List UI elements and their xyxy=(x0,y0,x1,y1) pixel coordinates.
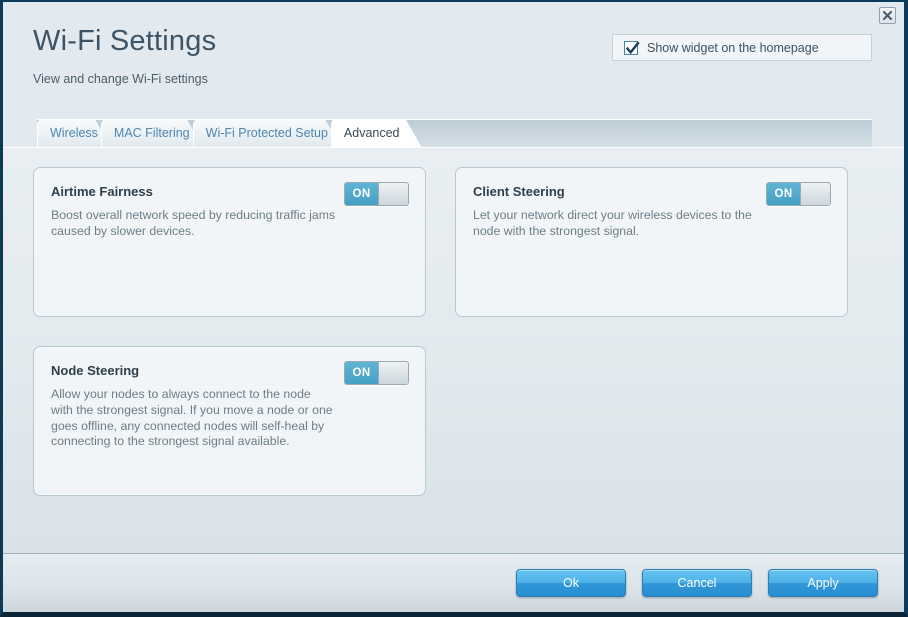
tab-wireless[interactable]: Wireless xyxy=(37,119,111,147)
tab-label: MAC Filtering xyxy=(113,126,190,140)
tab-advanced[interactable]: Advanced xyxy=(331,119,422,147)
ok-button[interactable]: Ok xyxy=(516,569,626,597)
tab-wifi-protected-setup[interactable]: Wi-Fi Protected Setup xyxy=(193,119,341,147)
close-icon[interactable] xyxy=(879,7,896,24)
airtime-fairness-toggle[interactable]: ON xyxy=(344,182,409,206)
footer-bar: Ok Cancel Apply xyxy=(3,553,904,612)
client-steering-toggle[interactable]: ON xyxy=(766,182,831,206)
toggle-state-label: ON xyxy=(345,362,378,384)
toggle-knob[interactable] xyxy=(378,362,408,384)
node-steering-toggle[interactable]: ON xyxy=(344,361,409,385)
show-widget-checkbox-row[interactable]: Show widget on the homepage xyxy=(612,34,872,61)
tab-bar: Wireless MAC Filtering Wi-Fi Protected S… xyxy=(3,119,904,147)
toggle-knob[interactable] xyxy=(800,183,830,205)
card-node-steering: Node Steering Allow your nodes to always… xyxy=(33,346,426,496)
show-widget-checkbox[interactable] xyxy=(624,40,640,55)
toggle-state-label: ON xyxy=(767,183,800,205)
page-subtitle: View and change Wi-Fi settings xyxy=(33,72,208,86)
apply-button[interactable]: Apply xyxy=(768,569,878,597)
footer-button-group: Ok Cancel Apply xyxy=(516,569,878,597)
card-description: Boost overall network speed by reducing … xyxy=(51,208,336,238)
tab-label: Wi-Fi Protected Setup xyxy=(205,126,328,140)
close-glyph xyxy=(882,10,893,21)
tab-list: Wireless MAC Filtering Wi-Fi Protected S… xyxy=(37,119,412,147)
wifi-settings-window: Wi-Fi Settings View and change Wi-Fi set… xyxy=(0,0,908,617)
cancel-button[interactable]: Cancel xyxy=(642,569,752,597)
tab-mac-filtering[interactable]: MAC Filtering xyxy=(101,119,203,147)
settings-card-grid: Airtime Fairness Boost overall network s… xyxy=(33,167,874,496)
card-description: Allow your nodes to always connect to th… xyxy=(51,387,333,449)
toggle-state-label: ON xyxy=(345,183,378,205)
card-airtime-fairness: Airtime Fairness Boost overall network s… xyxy=(33,167,426,317)
checkmark-icon xyxy=(625,41,640,54)
card-client-steering: Client Steering Let your network direct … xyxy=(455,167,848,317)
page-header: Wi-Fi Settings View and change Wi-Fi set… xyxy=(3,2,904,119)
toggle-knob[interactable] xyxy=(378,183,408,205)
tab-label: Wireless xyxy=(50,126,98,140)
show-widget-label: Show widget on the homepage xyxy=(647,40,819,55)
advanced-settings-panel: Airtime Fairness Boost overall network s… xyxy=(3,147,904,553)
tab-label: Advanced xyxy=(343,126,400,140)
card-description: Let your network direct your wireless de… xyxy=(473,208,752,238)
